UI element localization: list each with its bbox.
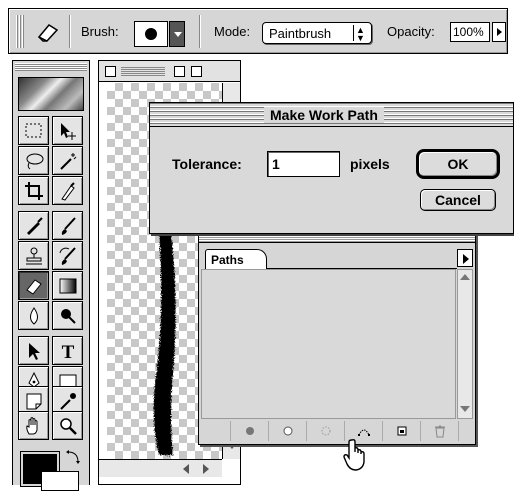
hand-pointer-cursor-icon xyxy=(341,438,371,472)
brush-tip-icon xyxy=(145,28,157,40)
type-icon[interactable]: T xyxy=(52,336,83,365)
blur-icon[interactable] xyxy=(18,301,49,330)
svg-text:T: T xyxy=(61,342,74,362)
dialog-titlebar[interactable]: Make Work Path xyxy=(150,103,513,127)
opacity-label: Opacity: xyxy=(387,24,435,39)
mode-value: Paintbrush xyxy=(269,26,332,41)
document-titlebar[interactable] xyxy=(99,61,240,82)
separator xyxy=(199,15,201,48)
zoom-box-icon[interactable] xyxy=(174,66,185,77)
separator xyxy=(69,15,71,48)
paths-palette: Paths xyxy=(198,230,476,471)
eraser-tool-icon[interactable] xyxy=(33,19,61,45)
opacity-slider-button[interactable] xyxy=(492,22,506,42)
load-path-as-selection-icon[interactable] xyxy=(307,421,345,441)
move-icon[interactable] xyxy=(52,116,83,145)
scroll-down-icon[interactable] xyxy=(460,406,470,412)
new-path-icon[interactable] xyxy=(383,421,421,441)
paths-bottom-bar xyxy=(201,421,473,441)
pixels-label: pixels xyxy=(350,156,390,172)
select-arrows-icon: ▲ ▼ xyxy=(353,25,367,43)
scroll-right-icon[interactable] xyxy=(203,464,209,474)
options-bar-grip[interactable] xyxy=(16,15,25,48)
toolbox-titlebar[interactable] xyxy=(15,63,87,71)
rectangular-marquee-icon[interactable] xyxy=(18,116,49,145)
burn-icon[interactable] xyxy=(52,301,83,330)
hand-icon[interactable] xyxy=(18,411,49,440)
crop-icon[interactable] xyxy=(18,176,49,205)
options-bar: Brush: Mode: Paintbrush ▲ ▼ Opacity: 100% xyxy=(8,8,508,54)
background-color-swatch[interactable] xyxy=(41,471,79,491)
slice-icon[interactable] xyxy=(52,176,83,205)
brush-preview[interactable] xyxy=(134,21,168,47)
dialog-title: Make Work Path xyxy=(264,107,384,123)
airbrush-icon[interactable] xyxy=(18,211,49,240)
opacity-input[interactable]: 100% xyxy=(450,22,490,42)
scroll-left-icon[interactable] xyxy=(183,464,189,474)
gradient-icon[interactable] xyxy=(52,271,83,300)
brush-label: Brush: xyxy=(81,24,119,39)
trash-icon[interactable] xyxy=(421,421,459,441)
scroll-up-icon[interactable] xyxy=(460,274,470,280)
ok-button[interactable]: OK xyxy=(416,149,500,179)
close-box-icon[interactable] xyxy=(105,66,116,77)
tolerance-label: Tolerance: xyxy=(172,156,242,172)
swap-colors-icon[interactable] xyxy=(65,449,81,465)
fill-path-icon[interactable] xyxy=(231,421,269,441)
toolbox: T xyxy=(12,60,90,491)
cancel-button[interactable]: Cancel xyxy=(420,189,496,211)
magic-wand-icon[interactable] xyxy=(52,146,83,175)
history-brush-icon[interactable] xyxy=(52,241,83,270)
zoom-icon[interactable] xyxy=(52,411,83,440)
tab-paths[interactable]: Paths xyxy=(205,249,267,269)
path-selection-icon[interactable] xyxy=(18,336,49,365)
adobe-online-logo[interactable] xyxy=(18,77,84,111)
spacer xyxy=(201,421,231,441)
paintbrush-icon[interactable] xyxy=(52,211,83,240)
brush-popup-button[interactable] xyxy=(169,21,185,47)
document-horizontal-scrollbar[interactable] xyxy=(99,459,222,477)
mode-select[interactable]: Paintbrush ▲ ▼ xyxy=(262,22,372,44)
lasso-icon[interactable] xyxy=(18,146,49,175)
paths-scrollbar[interactable] xyxy=(457,269,473,419)
mode-label: Mode: xyxy=(214,24,251,39)
stroke-path-icon[interactable] xyxy=(269,421,307,441)
clone-stamp-icon[interactable] xyxy=(18,241,49,270)
title-stripes xyxy=(121,67,165,76)
paths-list[interactable] xyxy=(201,269,456,419)
make-work-path-dialog: Make Work Path Tolerance: 1 pixels OK Ca… xyxy=(149,102,514,234)
tolerance-input[interactable]: 1 xyxy=(267,151,340,177)
palette-menu-button[interactable] xyxy=(457,249,473,267)
eraser-icon[interactable] xyxy=(18,271,49,300)
collapse-box-icon[interactable] xyxy=(191,66,202,77)
